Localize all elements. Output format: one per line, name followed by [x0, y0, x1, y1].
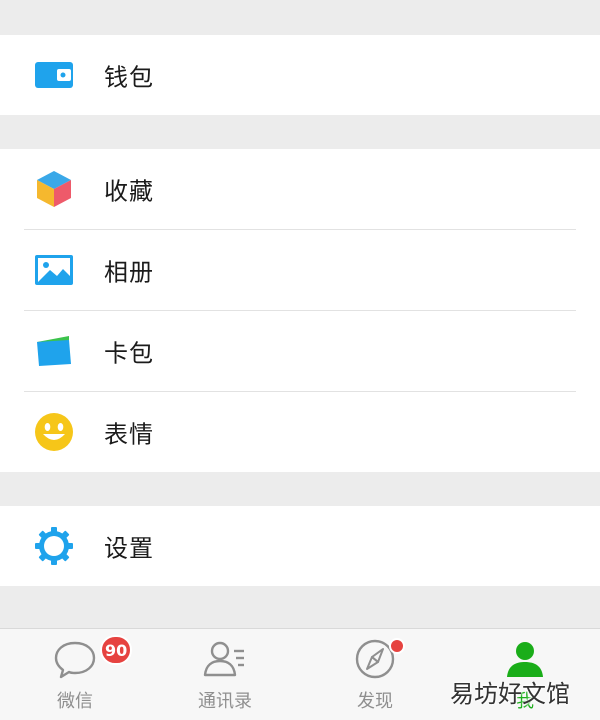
- me-screen: 钱包 收藏 相册 卡包 表情 设置 90 微信 通讯录 发现 我 易坊好文馆: [0, 0, 600, 720]
- tab-chats[interactable]: 90 微信: [15, 629, 135, 720]
- unread-badge: 90: [100, 635, 133, 665]
- watermark: 易坊好文馆: [450, 680, 570, 708]
- photo-icon: [34, 250, 74, 290]
- section-gap: [0, 115, 600, 149]
- contacts-icon: [201, 637, 249, 681]
- tab-discover[interactable]: 发现: [315, 629, 435, 720]
- wallet-group: 钱包: [0, 35, 600, 115]
- menu-label-album: 相册: [104, 258, 154, 287]
- menu-label-settings: 设置: [104, 534, 154, 563]
- cube-icon: [34, 169, 74, 209]
- section-gap: [0, 0, 600, 35]
- menu-label-favorites: 收藏: [104, 177, 154, 206]
- card-package-icon: [34, 331, 74, 371]
- menu-item-stickers[interactable]: 表情: [0, 392, 600, 472]
- chat-bubble-icon: [51, 637, 99, 681]
- tab-contacts[interactable]: 通讯录: [165, 629, 285, 720]
- menu-label-wallet: 钱包: [104, 63, 154, 92]
- tab-label-contacts: 通讯录: [198, 691, 252, 712]
- settings-group: 设置: [0, 506, 600, 586]
- menu-item-card-package[interactable]: 卡包: [0, 311, 600, 391]
- menu-item-album[interactable]: 相册: [0, 230, 600, 310]
- menu-item-settings[interactable]: 设置: [0, 506, 600, 586]
- collection-group: 收藏 相册 卡包 表情: [0, 149, 600, 472]
- smiley-icon: [34, 412, 74, 452]
- gear-icon: [34, 526, 74, 566]
- tab-label-chats: 微信: [57, 691, 93, 712]
- menu-item-favorites[interactable]: 收藏: [0, 149, 600, 229]
- tab-label-discover: 发现: [357, 691, 393, 712]
- menu-label-card-package: 卡包: [104, 339, 154, 368]
- wallet-icon: [34, 55, 74, 95]
- menu-item-wallet[interactable]: 钱包: [0, 35, 600, 115]
- section-gap: [0, 472, 600, 506]
- menu-label-stickers: 表情: [104, 420, 154, 449]
- discover-notification-dot: [389, 638, 405, 654]
